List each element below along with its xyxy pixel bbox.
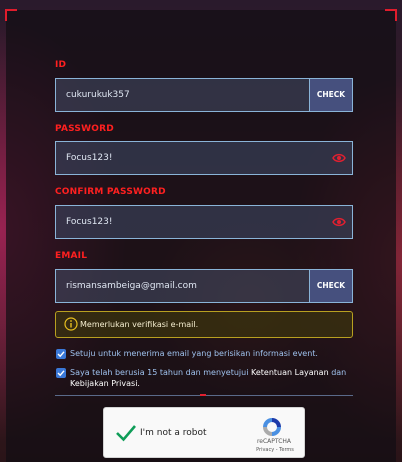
password-label: PASSWORD — [55, 124, 114, 134]
consent-age-prefix: Saya telah berusia 15 tahun dan menyetuj… — [70, 368, 249, 377]
id-field[interactable]: cukurukuk357 CHECK — [55, 78, 353, 112]
divider — [55, 394, 353, 396]
id-value: cukurukuk357 — [66, 90, 130, 100]
checkmark-icon — [57, 370, 65, 377]
consent-age-text: Saya telah berusia 15 tahun dan menyetuj… — [70, 367, 350, 389]
recaptcha-label: I'm not a robot — [140, 428, 207, 438]
recaptcha-checkmark-icon[interactable] — [115, 422, 137, 444]
consent-and: dan — [331, 368, 347, 377]
consent-email-checkbox[interactable] — [56, 349, 66, 359]
email-check-button[interactable]: CHECK — [309, 270, 352, 302]
id-check-button[interactable]: CHECK — [309, 79, 352, 111]
password-value: Focus123! — [66, 153, 113, 163]
confirm-password-field[interactable]: Focus123! — [55, 205, 353, 239]
notice-text: Memerlukan verifikasi e-mail. — [80, 320, 199, 329]
email-field[interactable]: rismansambeiga@gmail.com CHECK — [55, 269, 353, 303]
confirm-password-label: CONFIRM PASSWORD — [55, 187, 166, 197]
eye-icon[interactable] — [332, 152, 346, 164]
email-value: rismansambeiga@gmail.com — [66, 281, 197, 291]
email-verification-notice: Memerlukan verifikasi e-mail. — [55, 311, 353, 338]
checkmark-icon — [57, 351, 65, 358]
consent-age-checkbox[interactable] — [56, 368, 66, 378]
email-label: EMAIL — [55, 251, 88, 261]
eye-icon[interactable] — [332, 216, 346, 228]
divider-marker — [200, 394, 206, 396]
info-icon — [64, 317, 78, 331]
recaptcha-links[interactable]: Privacy - Terms — [253, 447, 297, 453]
recaptcha-widget: I'm not a robot reCAPTCHA Privacy - Term… — [103, 407, 305, 458]
terms-of-service-link[interactable]: Ketentuan Layanan — [251, 368, 329, 377]
recaptcha-brand: reCAPTCHA — [256, 438, 292, 445]
password-field[interactable]: Focus123! — [55, 141, 353, 175]
consent-email-text: Setuju untuk menerima email yang berisik… — [70, 349, 318, 358]
privacy-policy-link[interactable]: Kebijakan Privasi. — [70, 379, 140, 388]
panel-corner-top-left — [5, 9, 17, 21]
recaptcha-logo-icon — [263, 418, 281, 436]
id-label: ID — [55, 60, 67, 70]
confirm-password-value: Focus123! — [66, 217, 113, 227]
panel-corner-top-right — [385, 9, 397, 21]
